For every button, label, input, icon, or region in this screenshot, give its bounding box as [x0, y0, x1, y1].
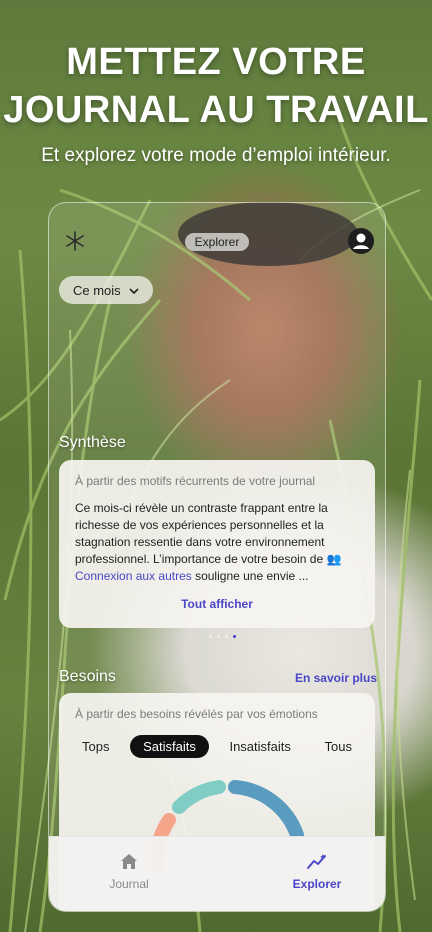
subheadline: Et explorez votre mode d’emploi intérieu… [41, 145, 391, 166]
gauge-segment-middle [172, 780, 226, 814]
pagination-dot[interactable] [217, 635, 220, 638]
tab-insatisfaits[interactable]: Insatisfaits [216, 735, 303, 758]
asterisk-logo-icon[interactable] [61, 227, 89, 255]
tab-tops[interactable]: Tops [69, 735, 122, 758]
nav-explorer[interactable]: Explorer [257, 853, 377, 891]
period-filter-dropdown[interactable]: Ce mois [59, 276, 153, 304]
pagination-dot[interactable] [225, 635, 228, 638]
need-tag-label: Connexion aux autres [75, 569, 192, 583]
learn-more-link[interactable]: En savoir plus [295, 671, 377, 685]
needs-title: Besoins [59, 668, 116, 685]
synthesis-card: À partir des motifs récurrents de votre … [59, 460, 375, 628]
pagination-dot[interactable] [209, 635, 212, 638]
nav-explorer-label: Explorer [292, 877, 342, 891]
synthesis-text-body: Ce mois-ci révèle un contraste frappant … [75, 501, 328, 566]
synthesis-text-end: souligne une envie ... [191, 569, 309, 583]
headline-line-1: METTEZ VOTRE [66, 41, 366, 83]
home-icon [69, 853, 189, 873]
bottom-navigation: Journal Explorer [49, 836, 385, 911]
pagination-dot-active[interactable] [233, 635, 236, 638]
profile-icon[interactable] [347, 227, 375, 255]
synthesis-subtitle: À partir des motifs récurrents de votre … [75, 474, 316, 488]
nav-journal-label: Journal [109, 877, 149, 891]
nav-journal[interactable]: Journal [69, 853, 189, 891]
headline: METTEZ VOTRE JOURNAL AU TRAVAIL [0, 38, 432, 134]
chevron-down-icon [129, 283, 139, 298]
explore-title-pill: Explorer [185, 233, 249, 251]
needs-tabs: Tops Satisfaits Insatisfaits Tous [69, 735, 365, 758]
see-all-button[interactable]: Tout afficher [59, 597, 375, 611]
synthesis-title: Synthèse [59, 434, 126, 451]
tab-satisfaits[interactable]: Satisfaits [130, 735, 209, 758]
period-filter-label: Ce mois [73, 282, 121, 298]
needs-subtitle: À partir des besoins révélés par vos émo… [75, 707, 318, 721]
sparkline-icon [257, 853, 377, 873]
tab-tous[interactable]: Tous [312, 735, 365, 758]
app-mockup: Explorer Ce mois Synthèse À partir des m… [48, 202, 386, 912]
headline-line-2: JOURNAL AU TRAVAIL [3, 89, 429, 131]
people-icon: 👥 [326, 552, 342, 566]
gauge-segment-right [228, 780, 304, 842]
carousel-pagination[interactable] [209, 635, 236, 638]
synthesis-text: Ce mois-ci révèle un contraste frappant … [75, 500, 359, 585]
